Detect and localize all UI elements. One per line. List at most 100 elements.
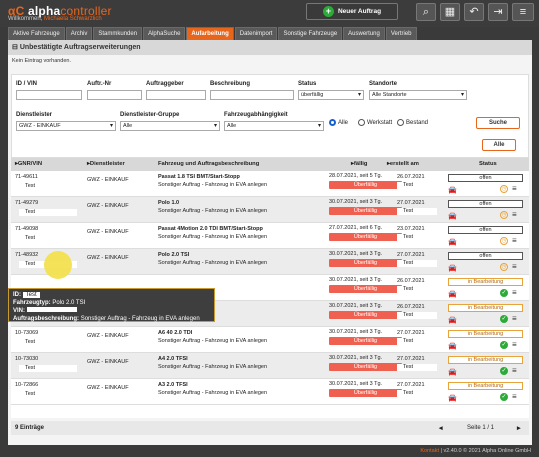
overdue-badge: Überfällig xyxy=(329,233,402,241)
hamburger-icon[interactable]: ≡ xyxy=(512,315,517,323)
col-gnr[interactable]: ▸GNR/VIN xyxy=(15,161,42,167)
table-row[interactable]: 71-49098 Test GWZ - EINKAUF Passat 4Motion … xyxy=(11,223,529,249)
hamburger-icon[interactable]: ≡ xyxy=(512,263,517,271)
all-button[interactable]: Alle xyxy=(482,139,516,151)
tab-sonstige-fahrzeuge[interactable]: Sonstige Fahrzeuge xyxy=(278,27,343,40)
new-order-button[interactable]: + Neuer Auftrag xyxy=(306,3,398,20)
hamburger-icon[interactable]: ≡ xyxy=(512,289,517,297)
col-fahrzeug[interactable]: Fahrzeug und Auftragsbeschreibung xyxy=(158,161,259,167)
col-status[interactable]: Status xyxy=(479,161,497,167)
tab-datenimport[interactable]: Datenimport xyxy=(234,27,278,40)
table-row[interactable]: 10-73069 Test GWZ - EINKAUF A6 40 2.0 TDI So… xyxy=(11,327,529,353)
search-button[interactable]: Suche xyxy=(476,117,520,129)
prev-page-icon[interactable]: ◂ xyxy=(439,424,443,432)
car-icon[interactable]: 🚘 xyxy=(448,212,457,220)
tab-archiv[interactable]: Archiv xyxy=(65,27,93,40)
gnr-sub: Test xyxy=(25,339,36,345)
beschreibung: Sonstiger Auftrag - Fahrzeug in EVA anle… xyxy=(158,390,268,396)
table-row[interactable]: 71-48932 Test GWZ - EINKAUF Polo 2.0 TSI Son… xyxy=(11,249,529,275)
gnr: 10-72866 xyxy=(15,382,39,388)
col-erstellt[interactable]: ▸erstellt am xyxy=(387,161,419,167)
status-badge[interactable]: in Bearbeitung xyxy=(448,304,523,312)
hamburger-icon[interactable]: ≡ xyxy=(512,211,517,219)
beschreibung-input[interactable] xyxy=(210,90,294,100)
erstellt-date: 27.07.2021 xyxy=(397,382,425,388)
fahrzeug-select[interactable]: Alle xyxy=(224,121,324,131)
fahrzeug: A3 2.0 TFSI xyxy=(158,382,188,388)
welcome-text: Willkommen, Michaela Schwarzlich xyxy=(8,16,102,22)
car-icon[interactable]: 🚘 xyxy=(448,316,457,324)
status-badge[interactable]: offen xyxy=(448,200,523,208)
plus-icon: + xyxy=(322,6,334,17)
erstellt-sub: Test xyxy=(403,208,414,214)
next-page-icon[interactable]: ▸ xyxy=(517,424,521,432)
section-title[interactable]: ⊟ Unbestätigte Auftragserweiterungen xyxy=(8,40,532,55)
user-name[interactable]: Michaela Schwarzlich xyxy=(44,16,102,22)
col-dienstleister[interactable]: ▸Dienstleister xyxy=(87,161,125,167)
status-badge[interactable]: offen xyxy=(448,226,523,234)
auftraggeber-input[interactable] xyxy=(146,90,206,100)
overdue-badge: Überfällig xyxy=(329,389,402,397)
gnr-sub: Test xyxy=(25,261,36,267)
gruppe-select[interactable]: Alle xyxy=(120,121,220,131)
status-badge[interactable]: offen xyxy=(448,174,523,182)
tab-vertrieb[interactable]: Vertrieb xyxy=(385,27,417,40)
car-icon[interactable]: 🚘 xyxy=(448,186,457,194)
col-faellig[interactable]: ▸fällig xyxy=(351,161,367,167)
overdue-badge: Überfällig xyxy=(329,311,402,319)
gnr-sub: Test xyxy=(25,365,36,371)
search-icon[interactable]: ⌕ xyxy=(416,3,436,21)
table-row[interactable]: 10-73030 Test GWZ - EINKAUF A4 2.0 TFSI Sons… xyxy=(11,353,529,379)
beschreibung: Sonstiger Auftrag - Fahrzeug in EVA anle… xyxy=(158,182,268,188)
main-nav: Aktive Fahrzeuge Archiv Stammkunden AlphaSu… xyxy=(0,27,539,40)
radio-werkstatt[interactable]: Werkstatt xyxy=(358,119,392,126)
car-icon[interactable]: 🚘 xyxy=(448,238,457,246)
dienstleister: GWZ - EINKAUF xyxy=(87,229,129,235)
erstellt-date: 27.07.2021 xyxy=(397,200,425,206)
tab-alphasuche[interactable]: AlphaSuche xyxy=(143,27,186,40)
status-badge[interactable]: in Bearbeitung xyxy=(448,356,523,364)
car-icon[interactable]: 🚘 xyxy=(448,264,457,272)
radio-icon xyxy=(397,119,404,126)
car-icon[interactable]: 🚘 xyxy=(448,290,457,298)
tab-stammkunden[interactable]: Stammkunden xyxy=(93,27,143,40)
dienstleister: GWZ - EINKAUF xyxy=(87,255,129,261)
hamburger-icon[interactable]: ≡ xyxy=(512,393,517,401)
contact-link[interactable]: Kontakt xyxy=(420,448,439,454)
table-row[interactable]: 71-49279 Test GWZ - EINKAUF Polo 1.0 Sonstig… xyxy=(11,197,529,223)
radio-bestand[interactable]: Bestand xyxy=(397,119,428,126)
back-icon[interactable]: ↶ xyxy=(464,3,484,21)
table-row[interactable]: 10-72866 Test GWZ - EINKAUF A3 2.0 TFSI Sons… xyxy=(11,379,529,405)
dienstleister-select[interactable]: GWZ - EINKAUF xyxy=(16,121,116,131)
dienstleister: GWZ - EINKAUF xyxy=(87,203,129,209)
status-badge[interactable]: offen xyxy=(448,252,523,260)
table-row[interactable]: 71-49611 Test GWZ - EINKAUF Passat 1.8 TSI … xyxy=(11,171,529,197)
beschreibung: Sonstiger Auftrag - Fahrzeug in EVA anle… xyxy=(158,234,268,240)
dienstleister: GWZ - EINKAUF xyxy=(87,177,129,183)
status-badge[interactable]: in Bearbeitung xyxy=(448,330,523,338)
faellig-date: 30.07.2021, seit 3 Tg. xyxy=(329,277,383,283)
tab-auswertung[interactable]: Auswertung xyxy=(343,27,385,40)
id-vin-input[interactable] xyxy=(16,90,82,100)
calendar-icon[interactable]: ▦ xyxy=(440,3,460,21)
label-fahrzeug: Fahrzeugabhängigkeit xyxy=(224,112,288,118)
status-badge[interactable]: in Bearbeitung xyxy=(448,278,523,286)
tab-aufarbeitung[interactable]: Aufarbeitung xyxy=(186,27,234,40)
status-select[interactable]: überfällig xyxy=(298,90,364,100)
hamburger-icon[interactable]: ≡ xyxy=(512,237,517,245)
hamburger-icon[interactable]: ≡ xyxy=(512,367,517,375)
hamburger-icon[interactable]: ≡ xyxy=(512,185,517,193)
logout-icon[interactable]: ⇥ xyxy=(488,3,508,21)
menu-icon[interactable]: ≡ xyxy=(512,3,534,21)
car-icon[interactable]: 🚘 xyxy=(448,368,457,376)
radio-alle[interactable]: Alle xyxy=(329,119,348,126)
status-badge[interactable]: in Bearbeitung xyxy=(448,382,523,390)
dienstleister: GWZ - EINKAUF xyxy=(87,385,129,391)
auftr-nr-input[interactable] xyxy=(87,90,142,100)
tab-aktive-fahrzeuge[interactable]: Aktive Fahrzeuge xyxy=(8,27,65,40)
standorte-select[interactable]: Alle Standorte xyxy=(369,90,467,100)
hamburger-icon[interactable]: ≡ xyxy=(512,341,517,349)
dienstleister: GWZ - EINKAUF xyxy=(87,359,129,365)
car-icon[interactable]: 🚘 xyxy=(448,342,457,350)
car-icon[interactable]: 🚘 xyxy=(448,394,457,402)
